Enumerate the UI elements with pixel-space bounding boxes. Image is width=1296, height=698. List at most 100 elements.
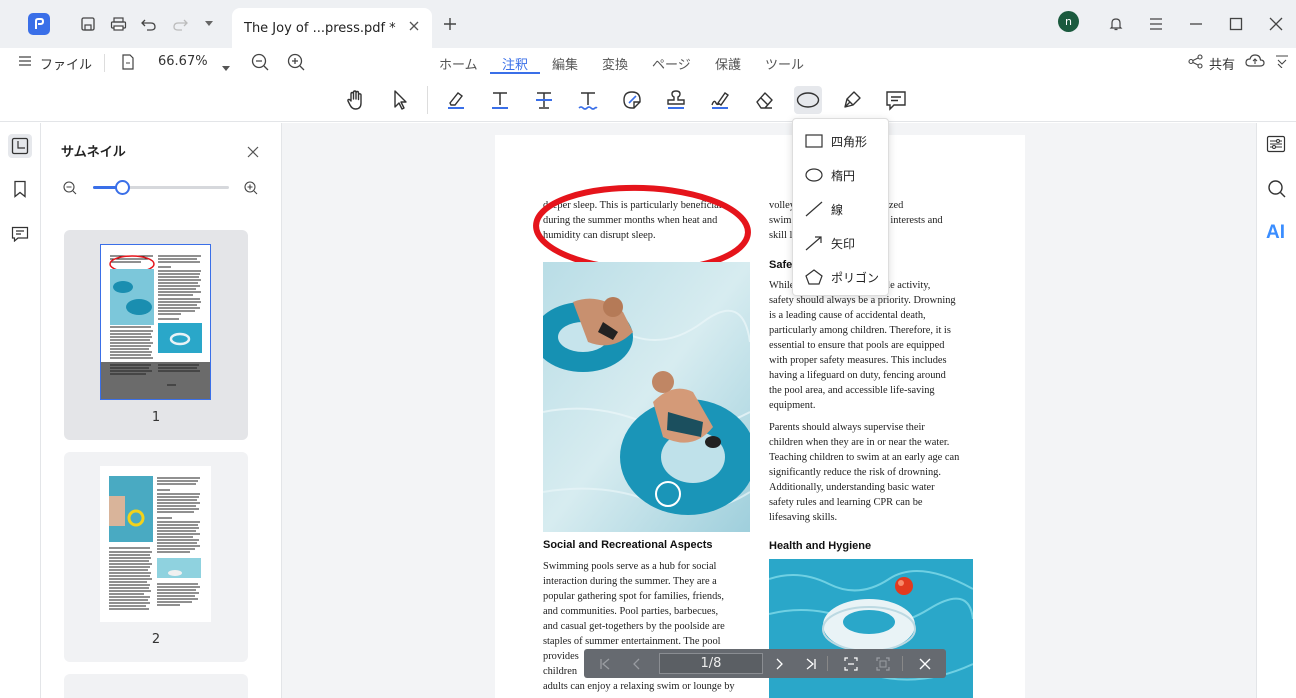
zoom-level[interactable]: 66.67% xyxy=(158,54,208,69)
shape-ellipse-item[interactable]: 楕円 xyxy=(805,164,855,186)
previous-page-icon[interactable] xyxy=(628,655,645,672)
pen-tool-icon[interactable] xyxy=(838,86,866,114)
fit-width-icon[interactable] xyxy=(842,655,859,672)
ai-assistant-button[interactable]: AI xyxy=(1266,222,1285,244)
thumbnail-card-2[interactable]: 2 xyxy=(64,452,248,662)
new-tab-icon[interactable] xyxy=(440,14,460,34)
health-heading: Health and Hygiene xyxy=(769,540,872,552)
shape-polygon-item[interactable]: ポリゴン xyxy=(805,266,879,288)
shape-arrow-item[interactable]: 矢印 xyxy=(805,232,855,254)
app-logo-icon[interactable] xyxy=(28,13,50,35)
collapse-toolbar-icon[interactable] xyxy=(1275,54,1289,72)
close-tab-icon[interactable] xyxy=(408,20,420,36)
thumbnail-card-3[interactable] xyxy=(64,674,248,698)
shape-ellipse-label: 楕円 xyxy=(831,168,856,183)
text-line: having a lifeguard on duty, fencing arou… xyxy=(769,370,946,381)
fit-page-icon[interactable] xyxy=(874,655,891,672)
divider xyxy=(827,656,828,671)
divider xyxy=(104,54,105,72)
text-line: adults can enjoy a relaxing swim or loun… xyxy=(543,681,735,692)
share-button[interactable]: 共有 xyxy=(1209,54,1235,73)
text-line: is a leading cause of accidental death, xyxy=(769,310,926,321)
tab-home[interactable]: ホーム xyxy=(439,54,478,73)
left-rail xyxy=(0,123,41,698)
page-number-input[interactable]: 1/8 xyxy=(659,653,763,674)
file-menu[interactable]: ファイル xyxy=(40,54,92,73)
text-line: safety rules and learning CPR can be xyxy=(769,497,923,508)
shape-tool-icon[interactable] xyxy=(794,86,822,114)
file-menu-icon[interactable] xyxy=(19,55,31,71)
thumbnail-page-2 xyxy=(100,466,211,622)
thumbnail-panel-icon[interactable] xyxy=(8,134,32,158)
stamp-tool-icon[interactable] xyxy=(662,86,690,114)
zoom-dropdown-icon[interactable] xyxy=(222,60,230,75)
share-icon[interactable] xyxy=(1188,54,1203,73)
select-tool-icon[interactable] xyxy=(386,86,414,114)
thumbnail-card-1[interactable]: 1 xyxy=(64,230,248,440)
minimize-icon[interactable] xyxy=(1186,14,1206,34)
close-nav-icon[interactable] xyxy=(916,655,933,672)
page-fit-icon[interactable] xyxy=(121,54,135,75)
text-fragment: While xyxy=(769,280,795,291)
close-window-icon[interactable] xyxy=(1266,14,1286,34)
document-tab[interactable]: The Joy of ...press.pdf * xyxy=(232,8,432,48)
tab-edit[interactable]: 編集 xyxy=(552,54,578,73)
sticky-note-tool-icon[interactable] xyxy=(618,86,646,114)
right-rail: AI xyxy=(1256,123,1296,698)
squiggly-tool-icon[interactable] xyxy=(574,86,602,114)
cloud-upload-icon[interactable] xyxy=(1245,53,1265,73)
text-line: equipment. xyxy=(769,400,816,411)
first-page-icon[interactable] xyxy=(596,655,613,672)
text-line: Parents should always supervise their xyxy=(769,422,925,433)
text-line: children when they are in or near the wa… xyxy=(769,437,950,448)
thumb-zoom-in-icon[interactable] xyxy=(244,180,258,199)
safety-paragraph-2: Parents should always supervise their ch… xyxy=(769,420,984,525)
tab-page[interactable]: ページ xyxy=(652,54,691,73)
print-icon[interactable] xyxy=(108,14,128,34)
text-line: significantly reduce the risk of drownin… xyxy=(769,467,941,478)
underline-tool-icon[interactable] xyxy=(486,86,514,114)
tab-tools[interactable]: ツール xyxy=(765,54,804,73)
maximize-icon[interactable] xyxy=(1226,14,1246,34)
search-icon[interactable] xyxy=(1267,179,1287,203)
close-panel-icon[interactable] xyxy=(247,143,259,162)
text-line: and communities. Pool parties, barbecues… xyxy=(543,606,719,617)
redo-icon[interactable] xyxy=(170,14,190,34)
signature-tool-icon[interactable] xyxy=(706,86,734,114)
avatar-letter: n xyxy=(1065,15,1072,28)
shape-line-label: 線 xyxy=(831,202,844,217)
save-icon[interactable] xyxy=(78,14,98,34)
thumb-zoom-slider[interactable] xyxy=(93,180,229,195)
last-page-icon[interactable] xyxy=(802,655,819,672)
thumbnail-label-1: 1 xyxy=(151,410,161,425)
comments-panel-icon[interactable] xyxy=(8,222,32,246)
thumb-zoom-out-icon[interactable] xyxy=(63,180,77,199)
comment-tool-icon[interactable] xyxy=(882,86,910,114)
text-line: and casual get-togethers by the poolside… xyxy=(543,621,725,632)
strikethrough-tool-icon[interactable] xyxy=(530,86,558,114)
zoom-in-icon[interactable] xyxy=(287,53,305,75)
hamburger-menu-icon[interactable] xyxy=(1146,14,1166,34)
bell-icon[interactable] xyxy=(1106,14,1126,34)
tab-convert[interactable]: 変換 xyxy=(602,54,628,73)
eraser-tool-icon[interactable] xyxy=(750,86,778,114)
bookmark-icon[interactable] xyxy=(8,177,32,201)
shape-rectangle-item[interactable]: 四角形 xyxy=(805,130,867,152)
shape-arrow-label: 矢印 xyxy=(831,236,856,251)
tab-protect[interactable]: 保護 xyxy=(715,54,741,73)
safety-paragraph-1: While oyable activity, safety should alwa… xyxy=(769,278,984,413)
zoom-out-icon[interactable] xyxy=(251,53,269,75)
next-page-icon[interactable] xyxy=(770,655,787,672)
pool-tubes-photo xyxy=(543,262,750,532)
avatar[interactable]: n xyxy=(1058,11,1079,32)
properties-icon[interactable] xyxy=(1266,135,1286,157)
text-line: staples of summer entertainment. The poo… xyxy=(543,636,721,647)
text-fragment: swim xyxy=(769,215,792,226)
shape-line-item[interactable]: 線 xyxy=(805,198,843,220)
slider-handle[interactable] xyxy=(115,180,130,195)
quick-access-dropdown-icon[interactable] xyxy=(199,14,219,34)
undo-icon[interactable] xyxy=(139,14,159,34)
hand-tool-icon[interactable] xyxy=(342,86,370,114)
tab-annotate[interactable]: 注釈 xyxy=(502,54,528,73)
highlight-tool-icon[interactable] xyxy=(442,86,470,114)
